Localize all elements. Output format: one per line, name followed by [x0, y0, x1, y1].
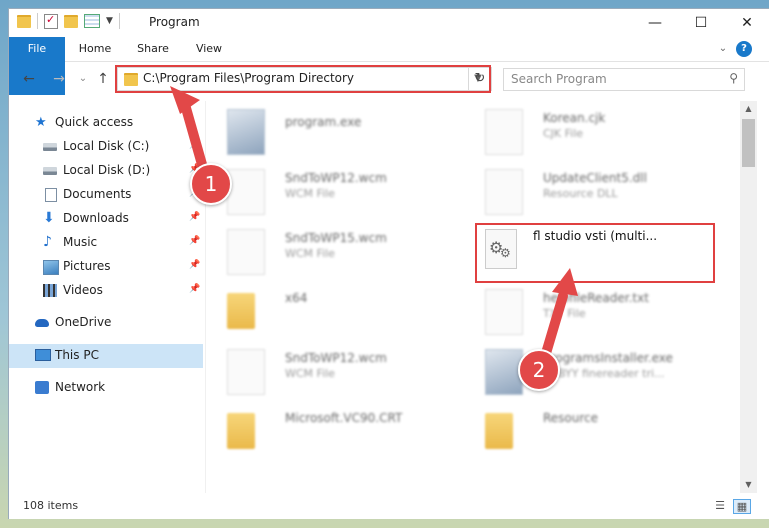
- step-marker-1: 1: [190, 163, 232, 205]
- step-marker-2: 2: [518, 349, 560, 391]
- arrow-head-1: [170, 86, 200, 114]
- annotation-arrows: [170, 86, 578, 365]
- arrow-head-2: [552, 268, 578, 296]
